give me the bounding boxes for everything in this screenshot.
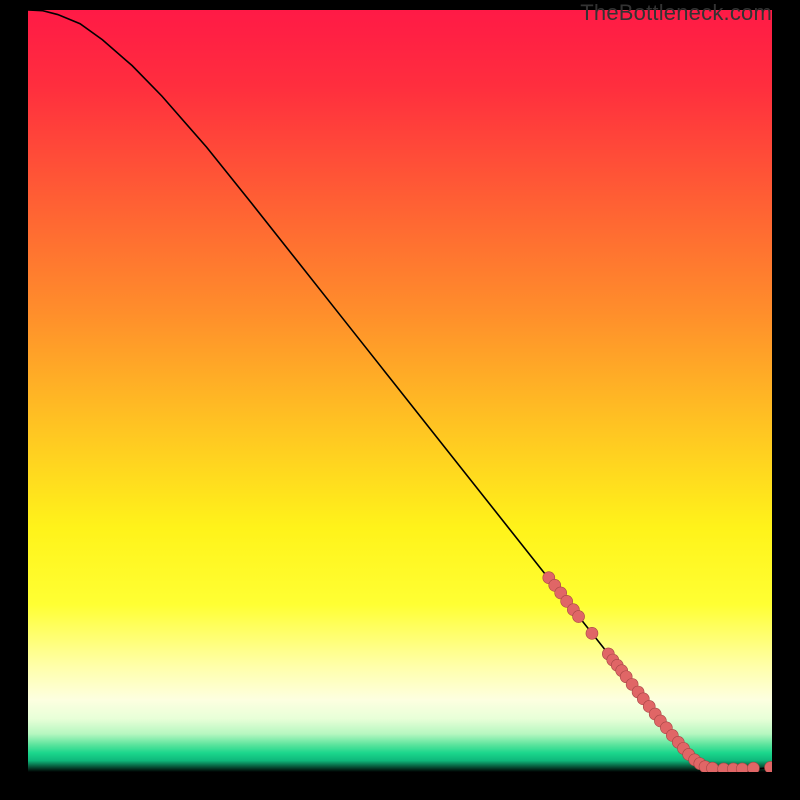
plot-area — [28, 10, 772, 772]
chart-container: TheBottleneck.com — [0, 0, 800, 800]
data-point — [706, 762, 718, 772]
data-point — [747, 762, 759, 772]
chart-svg — [28, 10, 772, 772]
data-point — [586, 627, 598, 639]
attribution-text: TheBottleneck.com — [580, 0, 772, 26]
data-point — [573, 611, 585, 623]
data-point — [736, 763, 748, 772]
